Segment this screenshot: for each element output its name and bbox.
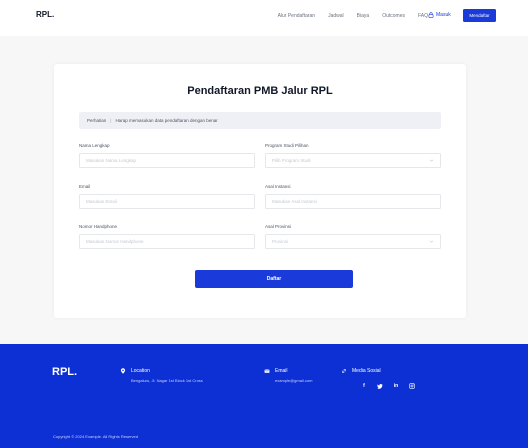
brand-logo[interactable]: RPL. xyxy=(36,10,54,19)
field-label: Nama Lengkap xyxy=(79,143,110,148)
field-label: Asal Instansi xyxy=(265,184,291,189)
instansi-input[interactable]: Masukan Asal Instansi xyxy=(265,194,441,209)
nav-link-jadwal[interactable]: Jadwal xyxy=(328,13,344,19)
twitter-icon[interactable] xyxy=(375,381,385,391)
login-label: Masuk xyxy=(436,12,451,18)
login-icon xyxy=(428,12,434,18)
facebook-icon[interactable]: f xyxy=(359,381,369,391)
login-link[interactable]: Masuk xyxy=(428,12,451,18)
email-input[interactable]: Masukan Email xyxy=(79,194,255,209)
nav-link-alur[interactable]: Alur Pendaftaran xyxy=(278,13,316,19)
footer-brand: RPL. xyxy=(52,366,78,378)
nav-links: Alur Pendaftaran Jadwal Biaya Outcomes F… xyxy=(278,13,428,19)
footer-location: Location Bengaluru, Jl. Nagar 1st Block … xyxy=(120,368,203,383)
nav-link-outcomes[interactable]: Outcomes xyxy=(382,13,405,19)
field-label: Email xyxy=(79,184,91,189)
navbar: RPL. Alur Pendaftaran Jadwal Biaya Outco… xyxy=(0,0,528,36)
phone-input[interactable]: Masukan Nomor Handphone xyxy=(79,234,255,249)
name-input[interactable]: Masukan Nama Lengkap xyxy=(79,153,255,168)
instagram-icon[interactable] xyxy=(407,381,417,391)
field-label: Asal Provinsi xyxy=(265,224,292,229)
field-label: Nomor Handphone xyxy=(79,224,118,229)
chevron-down-icon xyxy=(429,240,434,243)
notice-banner: Perhatian | Harap memasukan data pendaft… xyxy=(79,112,441,129)
location-title: Location xyxy=(131,368,150,374)
linkedin-icon[interactable]: in xyxy=(391,381,401,391)
email-placeholder: Masukan Email xyxy=(86,199,117,204)
email-title: Email xyxy=(275,368,288,374)
name-placeholder: Masukan Nama Lengkap xyxy=(86,158,137,163)
page-title: Pendaftaran PMB Jalur RPL xyxy=(187,85,333,97)
submit-button[interactable]: Daftar xyxy=(195,270,353,288)
provinsi-select[interactable]: Provinsi xyxy=(265,234,441,249)
email-text[interactable]: example@gmail.com xyxy=(275,378,312,383)
location-pin-icon xyxy=(120,368,126,374)
notice-separator: | xyxy=(110,118,112,123)
provinsi-placeholder: Provinsi xyxy=(272,239,289,244)
nav-link-biaya[interactable]: Biaya xyxy=(357,13,370,19)
field-nama-lengkap: Nama Lengkap Masukan Nama Lengkap xyxy=(79,143,255,168)
field-program-studi: Program Studi Pilihan Pilih Program Stud… xyxy=(265,143,441,168)
footer: RPL. Location Bengaluru, Jl. Nagar 1st B… xyxy=(0,344,528,448)
program-studi-placeholder: Pilih Program Studi xyxy=(272,158,311,163)
share-link-icon xyxy=(342,369,346,373)
notice-text: Harap memasukan data pendaftaran dengan … xyxy=(115,118,218,123)
social-icons: f in xyxy=(359,381,417,391)
location-text: Bengaluru, Jl. Nagar 1st Block 1st Cross xyxy=(131,378,203,383)
footer-email: Email example@gmail.com xyxy=(264,368,312,383)
mail-icon xyxy=(264,369,270,373)
field-nomor-handphone: Nomor Handphone Masukan Nomor Handphone xyxy=(79,224,255,249)
social-title: Media Sosial xyxy=(352,368,381,374)
copyright-text: Copyright © 2024 Example. All Rights Res… xyxy=(53,434,138,439)
nav-link-faq[interactable]: FAQ xyxy=(418,13,428,19)
notice-label: Perhatian xyxy=(87,118,107,123)
field-asal-provinsi: Asal Provinsi Provinsi xyxy=(265,224,441,249)
field-email: Email Masukan Email xyxy=(79,184,255,209)
register-button[interactable]: Mendaftar xyxy=(463,9,496,22)
registration-card: Pendaftaran PMB Jalur RPL Perhatian | Ha… xyxy=(54,64,466,318)
phone-placeholder: Masukan Nomor Handphone xyxy=(86,239,144,244)
footer-social: Media Sosial f in xyxy=(341,368,417,391)
field-asal-instansi: Asal Instansi Masukan Asal Instansi xyxy=(265,184,441,209)
program-studi-select[interactable]: Pilih Program Studi xyxy=(265,153,441,168)
chevron-down-icon xyxy=(429,159,434,162)
instansi-placeholder: Masukan Asal Instansi xyxy=(272,199,317,204)
field-label: Program Studi Pilihan xyxy=(265,143,309,148)
